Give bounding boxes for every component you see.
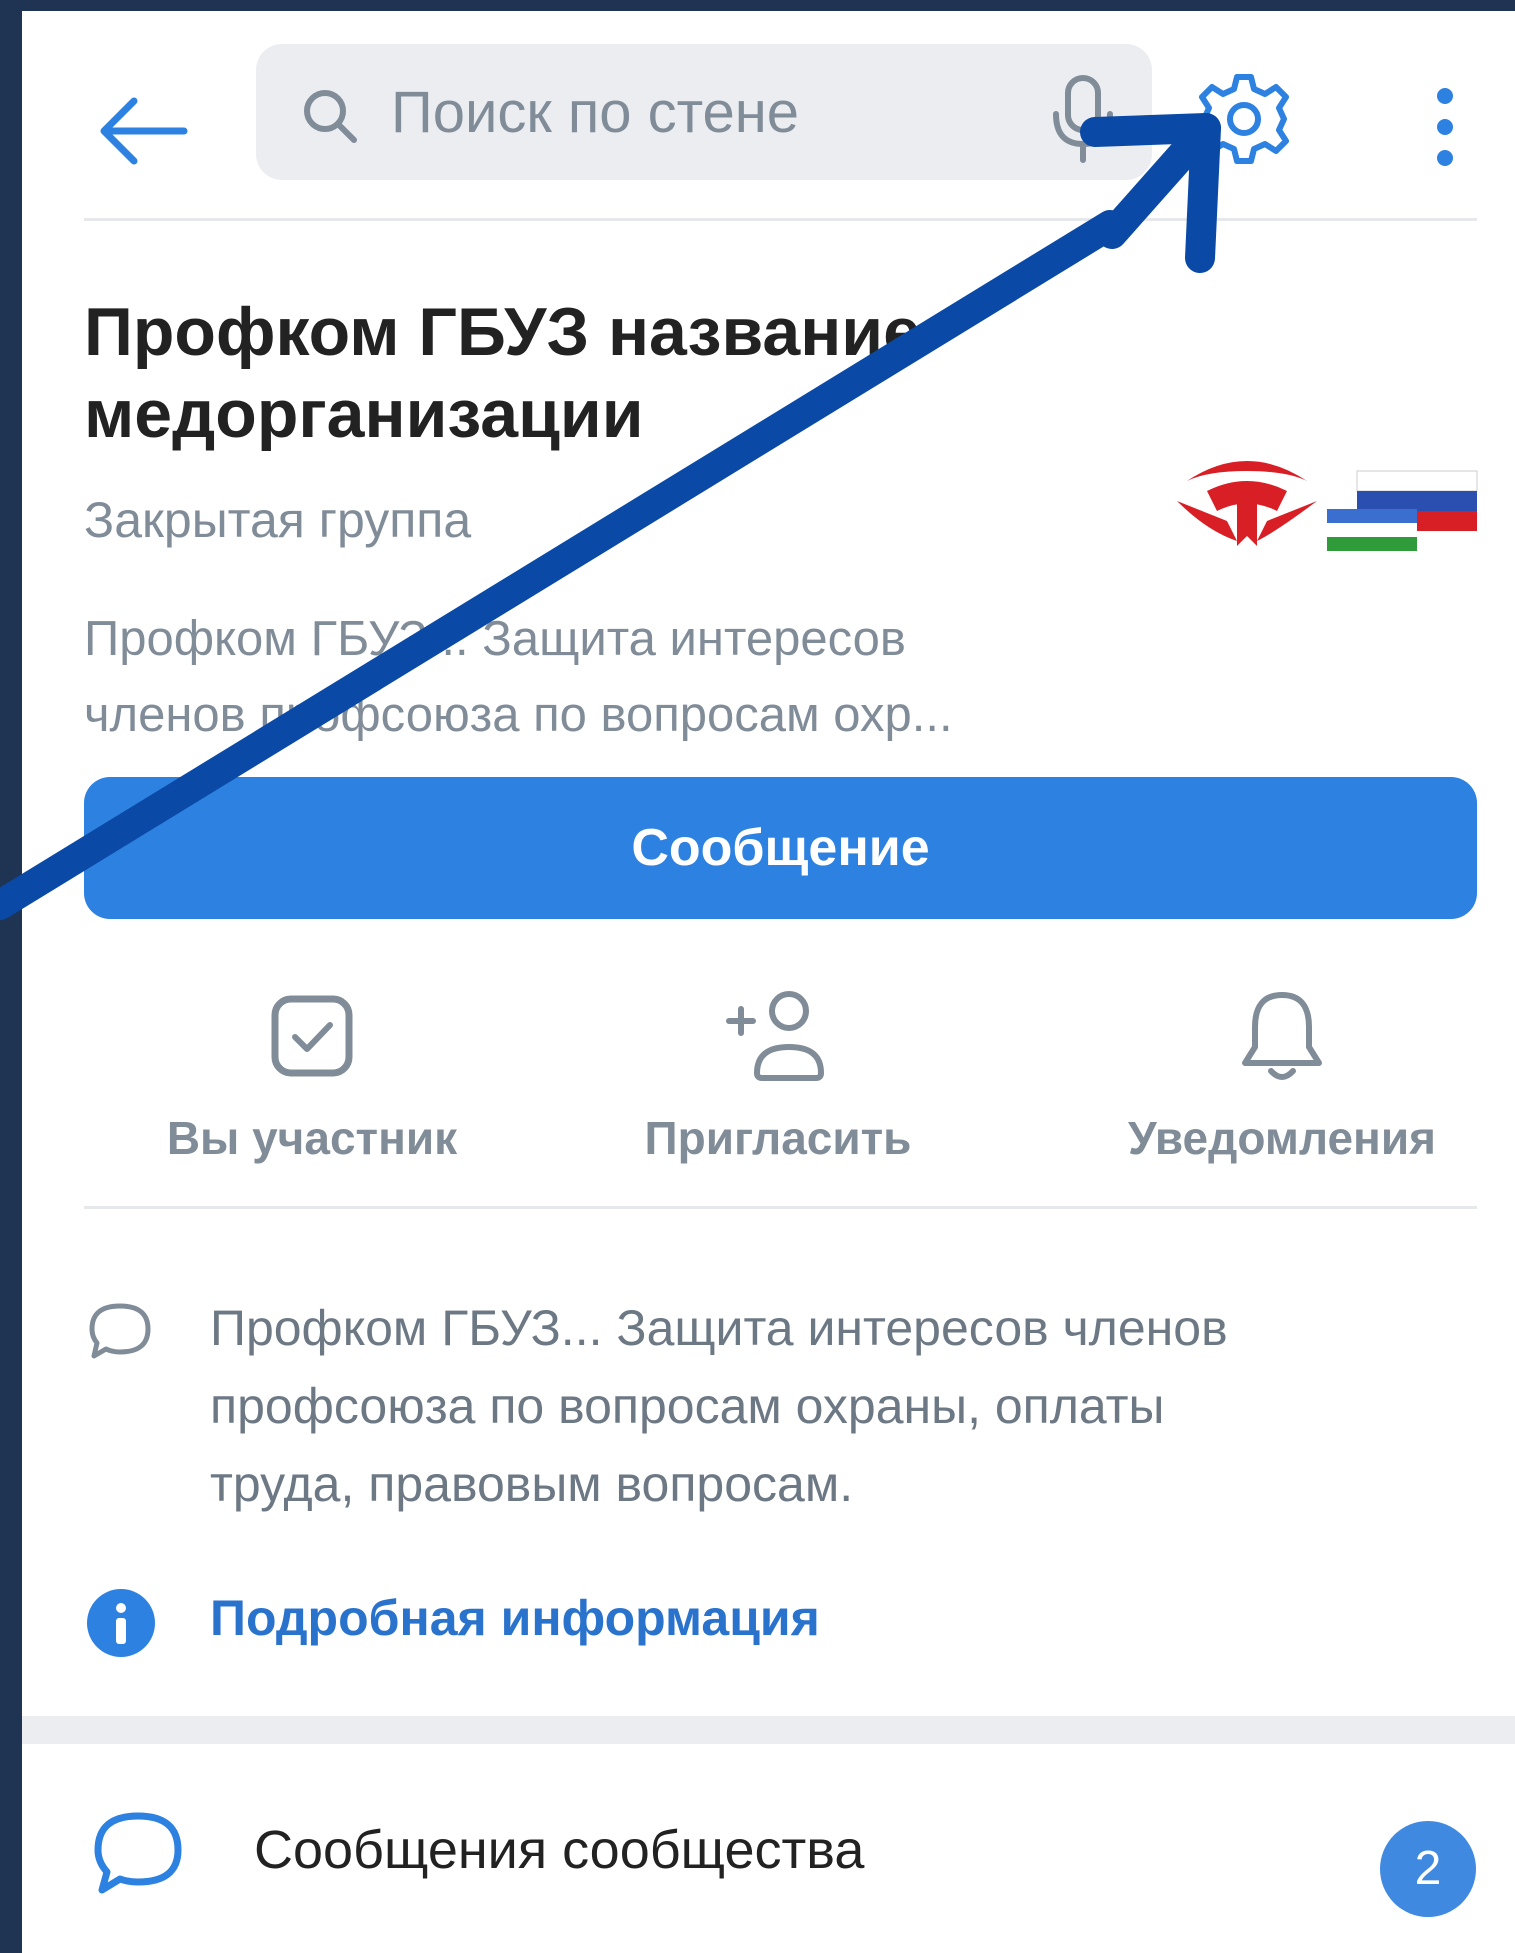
invite-action[interactable]: Пригласить bbox=[568, 981, 988, 1165]
arrow-left-icon[interactable] bbox=[94, 86, 194, 176]
about-line-2: профсоюза по вопросам охраны, оплаты bbox=[210, 1378, 1165, 1434]
search-icon bbox=[304, 90, 357, 143]
description-line-2: членов профсоюза по вопросам охр... bbox=[84, 688, 953, 742]
unread-count-badge: 2 bbox=[1380, 1821, 1476, 1917]
divider bbox=[84, 218, 1477, 221]
group-type: Закрытая группа bbox=[84, 492, 472, 548]
group-avatar[interactable] bbox=[1167, 441, 1487, 561]
bell-icon bbox=[1242, 992, 1322, 1080]
group-title: Профком ГБУЗ название медорганизации bbox=[84, 291, 984, 455]
group-title-line-1: Профком ГБУЗ название bbox=[84, 294, 921, 370]
community-messages-item[interactable]: Сообщения сообщества bbox=[254, 1819, 864, 1881]
group-title-line-2: медорганизации bbox=[84, 376, 644, 452]
gear-icon[interactable] bbox=[1194, 69, 1294, 169]
message-button[interactable]: Сообщение bbox=[84, 777, 1477, 919]
microphone-icon[interactable] bbox=[1048, 72, 1118, 164]
more-vertical-icon[interactable] bbox=[1430, 81, 1460, 181]
details-link[interactable]: Подробная информация bbox=[210, 1589, 820, 1647]
info-icon bbox=[87, 1589, 155, 1657]
group-short-description: Профком ГБУЗ... Защита интересов членов … bbox=[84, 601, 1134, 753]
section-gap bbox=[22, 1716, 1515, 1744]
comment-icon bbox=[89, 1303, 151, 1359]
notifications-action[interactable]: Уведомления bbox=[1072, 981, 1492, 1165]
checkbox-checked-icon bbox=[271, 995, 353, 1077]
invite-label: Пригласить bbox=[644, 1112, 912, 1164]
about-line-1: Профком ГБУЗ... Защита интересов членов bbox=[210, 1300, 1228, 1356]
about-line-3: труда, правовым вопросам. bbox=[210, 1456, 854, 1512]
member-label: Вы участник bbox=[166, 1112, 458, 1164]
search-placeholder: Поиск по стене bbox=[391, 80, 800, 145]
add-user-icon bbox=[726, 991, 824, 1081]
message-bubble-icon bbox=[94, 1812, 182, 1894]
member-action[interactable]: Вы участник bbox=[102, 981, 522, 1165]
notifications-label: Уведомления bbox=[1128, 1112, 1436, 1164]
divider bbox=[84, 1206, 1477, 1209]
search-bar[interactable]: Поиск по стене bbox=[256, 44, 1152, 180]
description-line-1: Профком ГБУЗ... Защита интересов bbox=[84, 612, 906, 666]
phone-screen: Поиск по стене Профком ГБУЗ название мед… bbox=[22, 11, 1515, 1953]
group-about-text: Профком ГБУЗ... Защита интересов членов … bbox=[210, 1289, 1440, 1523]
